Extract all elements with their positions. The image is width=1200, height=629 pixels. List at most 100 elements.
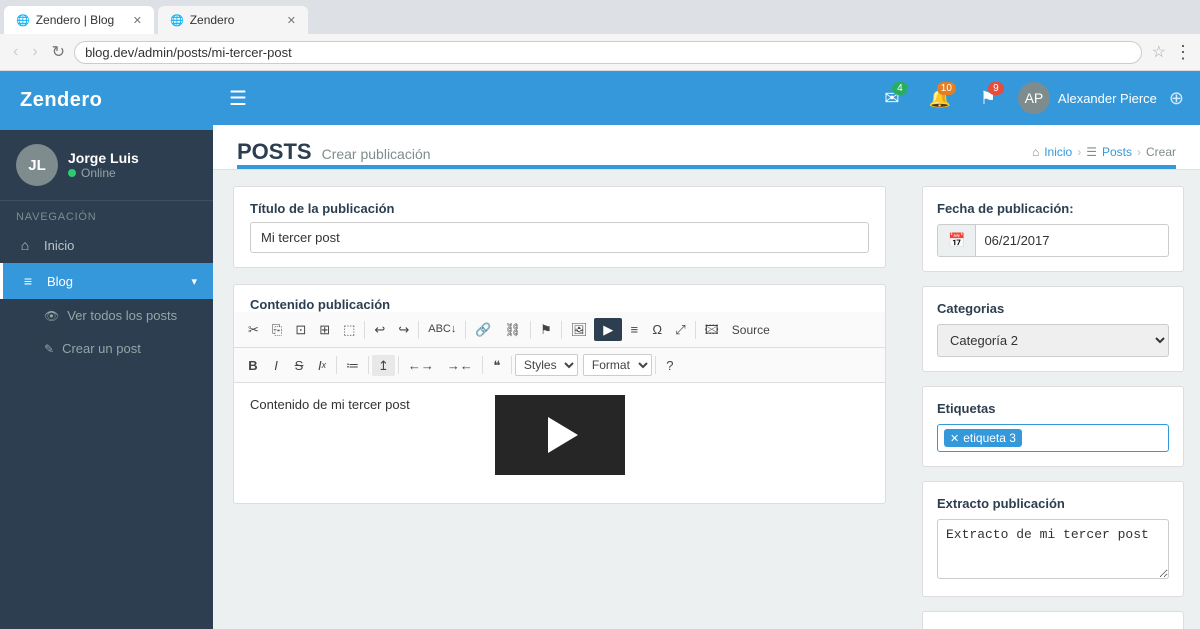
breadcrumb-section-icon: ☰: [1086, 145, 1097, 159]
status-dot: [68, 169, 76, 177]
toolbar-bold[interactable]: B: [242, 355, 264, 376]
sidebar-item-blog[interactable]: ≡ Blog ▾: [0, 263, 213, 299]
toolbar-redo[interactable]: ↪: [392, 319, 415, 340]
toolbar-cut[interactable]: ✂: [242, 319, 265, 340]
browser-tab-active[interactable]: 🌐 Zendero | Blog ✕: [4, 6, 154, 34]
title-group: Título de la publicación: [234, 187, 885, 267]
toolbar-copy[interactable]: ⎘: [266, 319, 288, 340]
page-title-row: POSTS Crear publicación ⌂ Inicio › ☰ Pos…: [237, 139, 1176, 165]
topbar-avatar-initials: AP: [1025, 90, 1044, 106]
toolbar-undo[interactable]: ↩: [368, 319, 391, 340]
toolbar-spell[interactable]: ABC↓: [422, 320, 462, 339]
toolbar-anchor[interactable]: ⚑: [534, 319, 558, 340]
browser-chrome: 🌐 Zendero | Blog ✕ 🌐 Zendero ✕ ‹ › ↻ ☆ ⋮: [0, 0, 1200, 71]
sidebar-subitem-crear-post[interactable]: ✎ Crear un post: [0, 332, 213, 365]
breadcrumb-section-link[interactable]: Posts: [1102, 145, 1132, 159]
tab-close-btn[interactable]: ✕: [133, 14, 142, 27]
ver-posts-label: Ver todos los posts: [67, 308, 177, 323]
right-sidebar: Fecha de publicación: 📅 Categorias Categ…: [906, 170, 1200, 629]
editor-wrapper: Contenido publicación ✂ ⎘ ⊡ ⊞ ⬚ ↩ ↪ ABC↓: [233, 284, 886, 504]
video-overlay[interactable]: [495, 395, 625, 475]
tab-label: Zendero | Blog: [36, 13, 115, 27]
category-select[interactable]: Categoría 1 Categoría 2 Categoría 3: [937, 324, 1169, 357]
form-column: Título de la publicación Contenido publi…: [213, 170, 906, 629]
tag-input-area[interactable]: ✕ etiqueta 3: [937, 424, 1169, 452]
play-icon: [548, 417, 578, 453]
tab-icon: 🌐: [16, 14, 30, 27]
toolbar-table[interactable]: ≡: [623, 319, 645, 340]
toolbar-special-char[interactable]: Ω: [646, 319, 668, 340]
topbar-avatar: AP: [1018, 82, 1050, 114]
menu-icon[interactable]: ⋮: [1174, 42, 1192, 63]
flag-button[interactable]: ⚑ 9: [970, 80, 1006, 116]
photo-upload-area[interactable]: Arrastra las fotos aquí para subirlas Ap…: [922, 611, 1184, 629]
tag-remove-btn[interactable]: ✕: [950, 432, 959, 445]
page-title-left: POSTS Crear publicación: [237, 139, 431, 165]
toolbar-italic[interactable]: I: [265, 355, 287, 376]
toolbar-styles-select[interactable]: Styles: [515, 354, 578, 376]
title-input[interactable]: [250, 222, 869, 253]
sidebar-item-blog-label: Blog: [47, 274, 73, 289]
address-bar[interactable]: [74, 41, 1142, 64]
toolbar-image[interactable]: 🖼: [565, 319, 594, 340]
tab2-icon: 🌐: [170, 14, 184, 27]
toolbar-blockquote[interactable]: ❝: [486, 355, 508, 376]
bookmark-icon[interactable]: ☆: [1152, 42, 1166, 62]
toolbar-sep-r2-1: [336, 356, 337, 374]
date-input-wrapper: 📅: [937, 224, 1169, 257]
sidebar-subitem-ver-posts[interactable]: 👁 Ver todos los posts: [0, 299, 213, 332]
toolbar-strike[interactable]: S: [288, 355, 310, 376]
hamburger-icon[interactable]: ☰: [229, 86, 247, 111]
toolbar-templates[interactable]: 🖾: [699, 319, 725, 340]
sidebar: Zendero JL Jorge Luis Online Navegación …: [0, 71, 213, 629]
toolbar-sep-r2-2: [368, 356, 369, 374]
app-layout: Zendero JL Jorge Luis Online Navegación …: [0, 71, 1200, 629]
back-button[interactable]: ‹: [8, 41, 23, 63]
bell-button[interactable]: 🔔 10: [922, 80, 958, 116]
editor-content: Contenido de mi tercer post: [250, 397, 410, 412]
reload-button[interactable]: ↻: [47, 40, 70, 64]
breadcrumb-sep-2: ›: [1137, 145, 1141, 159]
toolbar-outdent[interactable]: →←: [441, 355, 479, 376]
calendar-icon: 📅: [938, 225, 976, 256]
toolbar-paste-text[interactable]: ⊞: [313, 319, 336, 340]
user-name: Jorge Luis: [68, 150, 139, 166]
date-input[interactable]: [976, 226, 1168, 255]
main-area: ☰ ✉ 4 🔔 10 ⚑ 9 AP Alexander Pierce ⊕: [213, 71, 1200, 629]
sidebar-user: JL Jorge Luis Online: [0, 130, 213, 201]
bell-badge: 10: [937, 82, 956, 95]
topbar-user[interactable]: AP Alexander Pierce: [1018, 82, 1157, 114]
toolbar-cursor[interactable]: ↥: [372, 355, 395, 376]
toolbar-paste[interactable]: ⊡: [289, 319, 312, 340]
user-info: Jorge Luis Online: [68, 150, 139, 180]
excerpt-card: Extracto publicación Extracto de mi terc…: [922, 481, 1184, 597]
toolbar-list-ol[interactable]: ≔: [340, 355, 365, 376]
toolbar-fullscreen[interactable]: ⤢: [669, 319, 691, 340]
toolbar-format-select[interactable]: Format: [583, 354, 652, 376]
network-icon[interactable]: ⊕: [1169, 88, 1184, 109]
toolbar-sep-2: [418, 321, 419, 339]
content-header: POSTS Crear publicación ⌂ Inicio › ☰ Pos…: [213, 125, 1200, 170]
content-body: Título de la publicación Contenido publi…: [213, 170, 1200, 629]
sidebar-item-inicio[interactable]: ⌂ Inicio: [0, 227, 213, 263]
browser-tab-2[interactable]: 🌐 Zendero ✕: [158, 6, 308, 34]
tags-label: Etiquetas: [937, 401, 1169, 416]
tags-card: Etiquetas ✕ etiqueta 3: [922, 386, 1184, 467]
toolbar-paste-word[interactable]: ⬚: [337, 319, 361, 340]
mail-button[interactable]: ✉ 4: [874, 80, 910, 116]
tab2-close-btn[interactable]: ✕: [287, 14, 296, 27]
toolbar-unlink[interactable]: ⛓: [499, 319, 528, 340]
excerpt-textarea[interactable]: Extracto de mi tercer post: [937, 519, 1169, 579]
browser-nav: ‹ › ↻ ☆ ⋮: [0, 34, 1200, 70]
toolbar-link[interactable]: 🔗: [469, 319, 497, 340]
toolbar-media[interactable]: ▶: [594, 318, 622, 341]
toolbar-indent[interactable]: ←→: [402, 355, 440, 376]
page-title: POSTS: [237, 139, 312, 165]
tag-pill: ✕ etiqueta 3: [944, 429, 1022, 447]
toolbar-source[interactable]: Source: [726, 320, 776, 340]
breadcrumb-home-link[interactable]: Inicio: [1044, 145, 1072, 159]
forward-button[interactable]: ›: [27, 41, 42, 63]
toolbar-help[interactable]: ?: [659, 355, 681, 376]
toolbar-italic-x[interactable]: Ix: [311, 355, 333, 376]
toolbar-sep-r2-3: [398, 356, 399, 374]
